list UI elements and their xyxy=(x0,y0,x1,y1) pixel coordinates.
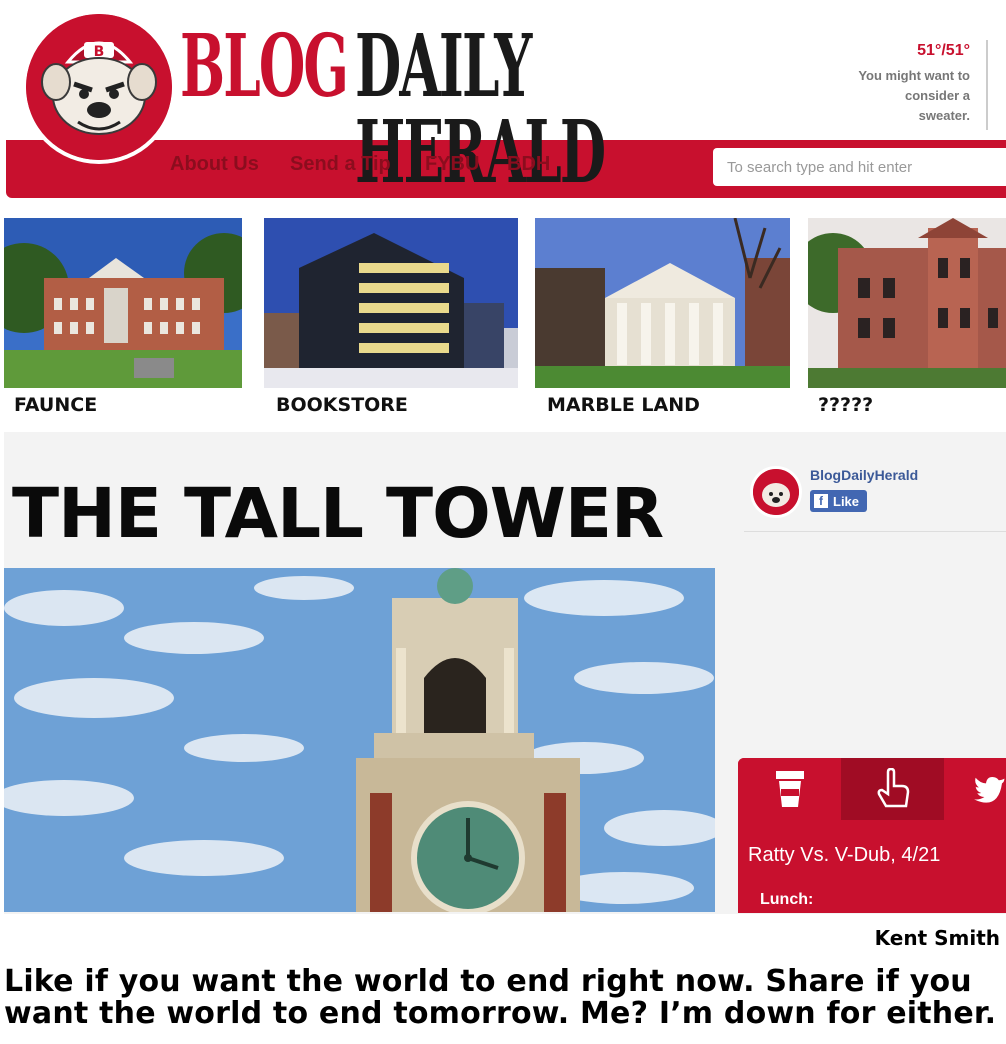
bulldog-mascot-logo[interactable]: B xyxy=(22,10,176,164)
facebook-page-name[interactable]: BlogDailyHerald xyxy=(810,467,918,483)
dining-title: Ratty Vs. V-Dub, 4/21 xyxy=(748,844,941,866)
facebook-like-button[interactable]: f Like xyxy=(810,490,868,512)
weather-note: You might want to consider a sweater. xyxy=(858,68,970,123)
search-input[interactable] xyxy=(713,148,1006,186)
dining-section-lunch: Lunch: xyxy=(760,891,814,908)
dining-tab-pointer[interactable] xyxy=(841,758,944,820)
logo-wordmark-blog[interactable]: BLOG xyxy=(180,24,349,110)
facebook-icon: f xyxy=(814,494,828,508)
thumbnail-unknown[interactable] xyxy=(808,218,1006,388)
article-hero-image-clock-tower xyxy=(4,568,715,912)
logo-wordmark-daily-herald[interactable]: DAILY HERALD xyxy=(355,24,759,196)
thumbnail-label-unknown[interactable]: ????? xyxy=(818,394,873,416)
thumbnail-marble-land[interactable] xyxy=(535,218,790,388)
nav-about-us[interactable]: About Us xyxy=(170,153,259,176)
facebook-like-label: Like xyxy=(833,493,860,509)
nav-bdh[interactable]: BDH xyxy=(507,153,550,176)
nav-fybu[interactable]: FYBU xyxy=(425,153,479,176)
weather-temperature: 51°/51° xyxy=(917,42,970,59)
facebook-page-avatar[interactable] xyxy=(750,466,802,518)
thumbnail-label-faunce[interactable]: FAUNCE xyxy=(14,394,97,416)
thumbnail-label-marble-land[interactable]: MARBLE LAND xyxy=(547,394,700,416)
cup-icon xyxy=(775,771,804,807)
thumbnail-bookstore[interactable] xyxy=(264,218,518,388)
article-title: THE TALL TOWER xyxy=(12,474,664,554)
dining-widget xyxy=(738,758,1006,913)
article-author: Kent Smith xyxy=(874,926,1000,950)
pointer-hand-icon xyxy=(877,768,909,808)
twitter-icon xyxy=(974,777,1005,803)
thumbnail-faunce[interactable] xyxy=(4,218,242,388)
dining-tab-twitter[interactable] xyxy=(944,758,1006,820)
dining-tab-cup[interactable] xyxy=(738,758,841,820)
nav-send-a-tip[interactable]: Send a Tip xyxy=(290,153,391,176)
article-caption: Like if you want the world to end right … xyxy=(4,964,997,1031)
thumbnail-label-bookstore[interactable]: BOOKSTORE xyxy=(276,394,408,416)
header-divider xyxy=(986,40,988,130)
